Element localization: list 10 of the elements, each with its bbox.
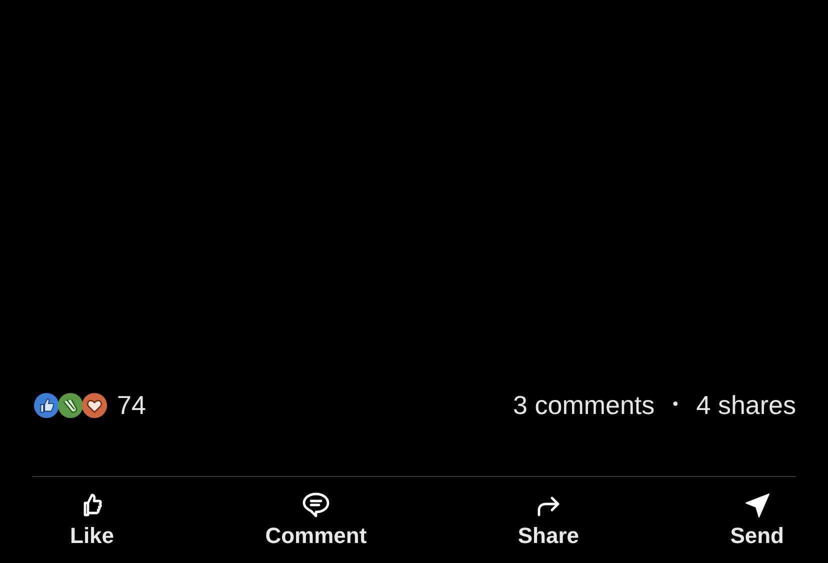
comments-count[interactable]: 3 comments [513, 390, 655, 420]
like-button[interactable]: Like [70, 489, 114, 549]
send-button[interactable]: Send [730, 489, 784, 549]
like-reaction-icon [33, 392, 60, 418]
separator-dot: • [672, 396, 678, 414]
shares-count[interactable]: 4 shares [696, 390, 796, 420]
comment-button[interactable]: Comment [265, 489, 367, 549]
heart-reaction-icon [81, 392, 108, 418]
share-button[interactable]: Share [518, 489, 580, 549]
reaction-count[interactable]: 74 [117, 390, 146, 420]
